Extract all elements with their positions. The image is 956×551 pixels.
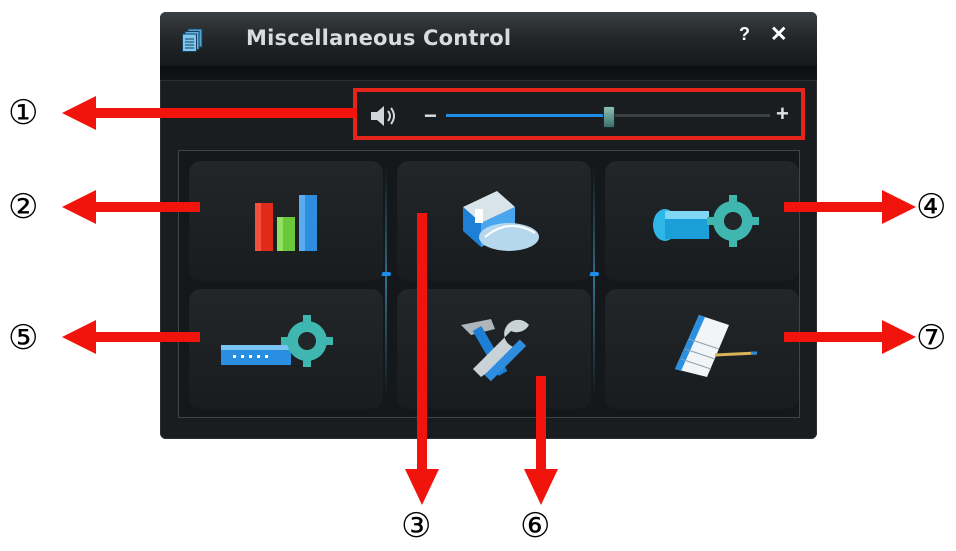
title-separator [160, 66, 817, 81]
camera-settings-button[interactable] [605, 161, 799, 281]
annotation-label-2: ② [8, 187, 39, 227]
volume-highlight-box [353, 88, 805, 140]
annotation-label-4: ④ [916, 187, 947, 227]
panel-divider [593, 167, 595, 397]
annotation-arrow-3 [405, 213, 439, 505]
help-button[interactable]: ? [739, 24, 750, 45]
panel-divider [385, 167, 387, 397]
bar-chart-icon [255, 195, 317, 251]
title-bar: Miscellaneous Control ? ✕ [160, 12, 817, 66]
annotation-label-1: ① [8, 93, 39, 133]
annotation-label-5: ⑤ [8, 318, 39, 358]
status-button[interactable] [189, 161, 383, 281]
annotation-arrow-5 [62, 320, 200, 354]
divider-marker [589, 272, 599, 276]
calendar-icon [675, 315, 758, 377]
network-button[interactable] [189, 289, 383, 409]
schedule-button[interactable] [605, 289, 799, 409]
divider-marker [381, 272, 391, 276]
button-panel [178, 150, 800, 418]
annotation-label-6: ⑥ [520, 506, 551, 546]
network-settings-icon [221, 315, 333, 367]
annotation-arrow-1 [62, 96, 357, 130]
annotation-label-7: ⑦ [916, 318, 947, 358]
hdd-backup-icon [463, 191, 539, 251]
tools-icon [461, 319, 529, 381]
annotation-arrow-7 [784, 320, 916, 354]
annotation-arrow-6 [524, 376, 558, 505]
document-stack-icon [182, 28, 203, 52]
annotation-label-3: ③ [401, 506, 432, 546]
annotation-arrow-4 [784, 190, 916, 224]
camera-settings-icon [653, 195, 759, 247]
annotation-arrow-2 [62, 190, 200, 224]
close-button[interactable]: ✕ [770, 22, 788, 47]
window-title: Miscellaneous Control [246, 26, 512, 50]
